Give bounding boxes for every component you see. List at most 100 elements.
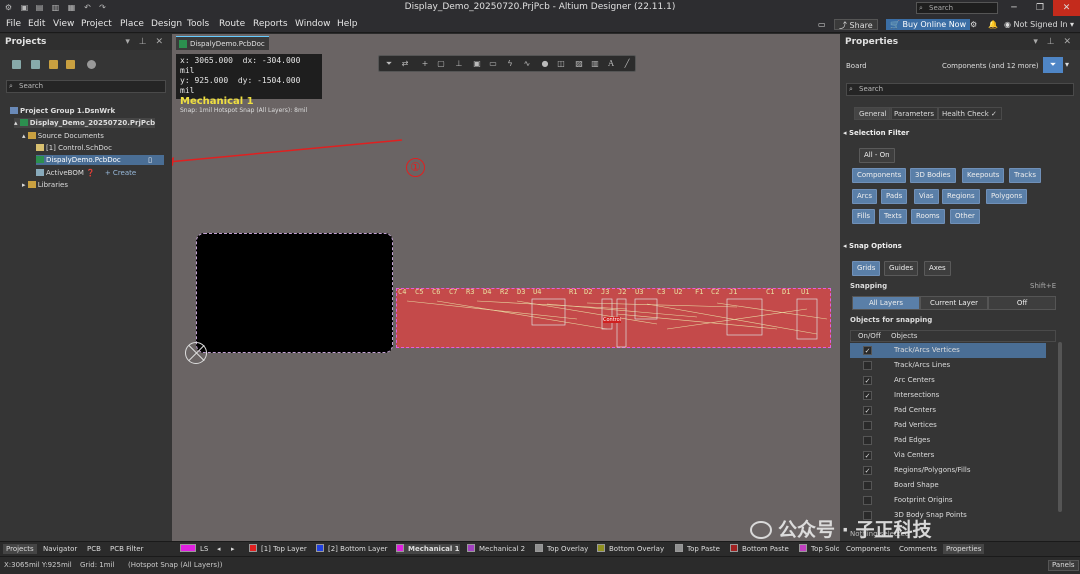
table-row[interactable]: ✓ Regions/Polygons/Fills bbox=[850, 463, 1046, 478]
table-scrollbar[interactable] bbox=[1058, 342, 1062, 512]
checkbox[interactable] bbox=[863, 361, 872, 370]
maximize-button[interactable]: ❐ bbox=[1027, 0, 1053, 16]
project-options-gear-icon[interactable] bbox=[87, 60, 96, 69]
panel-controls-icon[interactable]: ▾ ⊥ ✕ bbox=[125, 34, 166, 50]
tab-projects[interactable]: Projects bbox=[3, 544, 37, 554]
checkbox[interactable] bbox=[863, 421, 872, 430]
layer-tab[interactable]: Mechanical 2 bbox=[467, 544, 525, 554]
keepout-icon[interactable]: ▨ bbox=[575, 60, 583, 68]
tab-health-check[interactable]: Health Check ✓ bbox=[937, 107, 1002, 120]
table-row[interactable]: Pad Vertices bbox=[850, 418, 1046, 433]
table-row[interactable]: ✓ Pad Centers bbox=[850, 403, 1046, 418]
close-button[interactable]: ✕ bbox=[1053, 0, 1080, 16]
checkbox[interactable] bbox=[863, 481, 872, 490]
filter-chip-tracks[interactable]: Tracks bbox=[1009, 168, 1041, 183]
rectangle-select-icon[interactable]: ▢ bbox=[437, 60, 445, 68]
global-search-input[interactable]: ⌕ Search bbox=[916, 2, 998, 14]
menu-edit[interactable]: Edit bbox=[28, 19, 45, 29]
menu-help[interactable]: Help bbox=[337, 19, 358, 29]
snap-off[interactable]: Off bbox=[988, 296, 1056, 310]
filter-chip-rooms[interactable]: Rooms bbox=[911, 209, 945, 224]
layer-set-button[interactable]: LS bbox=[180, 544, 208, 554]
checkbox[interactable]: ✓ bbox=[863, 346, 872, 355]
filter-chip-keepouts[interactable]: Keepouts bbox=[962, 168, 1005, 183]
menu-design[interactable]: Design bbox=[151, 19, 182, 29]
route-icon[interactable]: ϟ bbox=[506, 60, 514, 68]
filter-chip-polygons[interactable]: Polygons bbox=[986, 189, 1028, 204]
chat-icon[interactable]: ▭ bbox=[814, 19, 830, 30]
checkbox[interactable]: ✓ bbox=[863, 391, 872, 400]
filter-chip-fills[interactable]: Fills bbox=[852, 209, 875, 224]
checkbox[interactable] bbox=[863, 436, 872, 445]
menu-window[interactable]: Window bbox=[295, 19, 331, 29]
tab-comments[interactable]: Comments bbox=[896, 544, 940, 554]
tree-item-activebom[interactable]: ActiveBOM ❓ + Create bbox=[36, 168, 136, 178]
tab-general[interactable]: General bbox=[854, 107, 892, 120]
folder-icon[interactable] bbox=[66, 60, 75, 69]
snap-axes-button[interactable]: Axes bbox=[924, 261, 951, 276]
dimension-icon[interactable]: ▥ bbox=[591, 60, 599, 68]
tab-navigator[interactable]: Navigator bbox=[40, 544, 80, 554]
compile-icon[interactable] bbox=[31, 60, 40, 69]
pcb-canvas[interactable]: DispalyDemo.PcbDoc x: 3065.000 dx: -304.… bbox=[172, 34, 840, 541]
place-polygon-icon[interactable]: ◫ bbox=[557, 60, 565, 68]
tab-components[interactable]: Components bbox=[843, 544, 893, 554]
filter-chip-3d-bodies[interactable]: 3D Bodies bbox=[910, 168, 956, 183]
table-row[interactable]: ✓ Via Centers bbox=[850, 448, 1046, 463]
place-fill-icon[interactable]: ▭ bbox=[489, 60, 497, 68]
table-row[interactable]: Board Shape bbox=[850, 478, 1046, 493]
table-row[interactable]: ✓ Track/Arcs Vertices bbox=[850, 343, 1046, 358]
layer-tab[interactable]: [1] Top Layer bbox=[249, 544, 307, 554]
snap-guides-button[interactable]: Guides bbox=[884, 261, 919, 276]
settings-gear-icon[interactable]: ⚙ bbox=[966, 19, 981, 30]
panel-controls-icon[interactable]: ▾ ⊥ ✕ bbox=[1033, 34, 1074, 50]
checkbox[interactable]: ✓ bbox=[863, 406, 872, 415]
place-line-icon[interactable]: ╱ bbox=[623, 60, 631, 68]
filter-chip-texts[interactable]: Texts bbox=[879, 209, 907, 224]
table-row[interactable]: ✓ Intersections bbox=[850, 388, 1046, 403]
open-project-icon[interactable] bbox=[49, 60, 58, 69]
filter-chip-pads[interactable]: Pads bbox=[881, 189, 908, 204]
user-sign-in[interactable]: ◉ Not Signed In ▾ bbox=[1000, 19, 1078, 30]
buy-online-button[interactable]: 🛒 Buy Online Now bbox=[886, 19, 971, 30]
tab-properties[interactable]: Properties bbox=[943, 544, 985, 554]
tree-item-pcb-doc[interactable]: DispalyDemo.PcbDoc ▯ bbox=[36, 155, 164, 165]
snap-current-layer[interactable]: Current Layer bbox=[920, 296, 988, 310]
layer-scroll-left-icon[interactable]: ◂ bbox=[217, 544, 221, 554]
checkbox[interactable] bbox=[863, 496, 872, 505]
menu-route[interactable]: Route bbox=[219, 19, 245, 29]
properties-search-input[interactable]: ⌕ Search bbox=[846, 83, 1074, 96]
cross-icon[interactable]: + bbox=[421, 60, 429, 68]
align-icon[interactable]: ⊥ bbox=[455, 60, 463, 68]
table-row[interactable]: ✓ Arc Centers bbox=[850, 373, 1046, 388]
filter-chip-vias[interactable]: Vias bbox=[914, 189, 939, 204]
layer-scroll-right-icon[interactable]: ▸ bbox=[231, 544, 235, 554]
menu-project[interactable]: Project bbox=[81, 19, 112, 29]
menu-place[interactable]: Place bbox=[120, 19, 144, 29]
snap-grids-button[interactable]: Grids bbox=[852, 261, 881, 276]
tab-pcb[interactable]: PCB bbox=[84, 544, 104, 554]
tree-item-libraries[interactable]: ▸ Libraries bbox=[22, 180, 68, 190]
tree-item-source-documents[interactable]: ▴ Source Documents bbox=[22, 131, 104, 141]
filter-chip-other[interactable]: Other bbox=[950, 209, 980, 224]
create-link[interactable]: + Create bbox=[105, 169, 136, 177]
filter-chip-components[interactable]: Components bbox=[852, 168, 907, 183]
menu-view[interactable]: View bbox=[53, 19, 74, 29]
filter-chip-arcs[interactable]: Arcs bbox=[852, 189, 878, 204]
filter-chip-regions[interactable]: Regions bbox=[942, 189, 980, 204]
selection-filter-header[interactable]: ◂ Selection Filter bbox=[843, 127, 1071, 139]
checkbox[interactable]: ✓ bbox=[863, 376, 872, 385]
tab-pcb-filter[interactable]: PCB Filter bbox=[107, 544, 146, 554]
menu-reports[interactable]: Reports bbox=[253, 19, 288, 29]
layer-tab-active[interactable]: Mechanical 1 bbox=[396, 544, 460, 554]
minimize-button[interactable]: ─ bbox=[1001, 0, 1027, 16]
place-component-icon[interactable]: ▣ bbox=[473, 60, 481, 68]
table-row[interactable]: Pad Edges bbox=[850, 433, 1046, 448]
panels-button[interactable]: Panels bbox=[1048, 560, 1079, 571]
tree-item-project[interactable]: ▴ Display_Demo_20250720.PrjPcb bbox=[14, 118, 156, 128]
layer-tab[interactable]: Bottom Paste bbox=[730, 544, 789, 554]
place-via-icon[interactable]: ● bbox=[541, 60, 549, 68]
layer-tab[interactable]: [2] Bottom Layer bbox=[316, 544, 388, 554]
table-row[interactable]: Track/Arcs Lines bbox=[850, 358, 1046, 373]
checkbox[interactable]: ✓ bbox=[863, 466, 872, 475]
